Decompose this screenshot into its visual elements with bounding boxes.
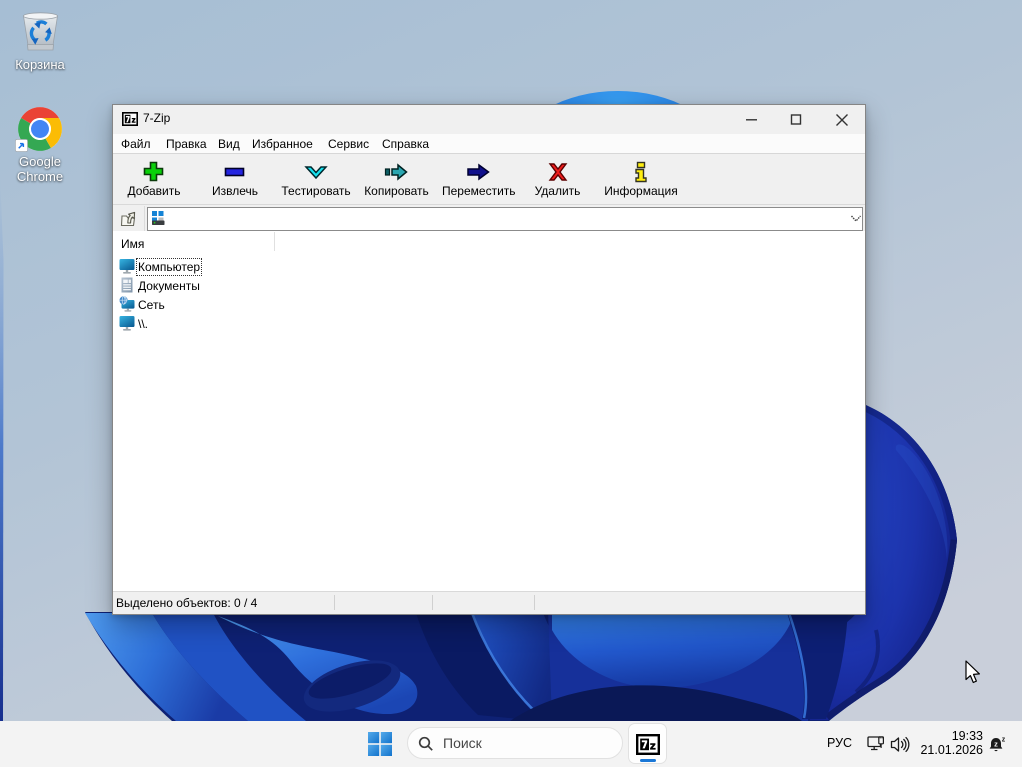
svg-text:z: z [994,740,998,749]
svg-text:z: z [1002,737,1006,744]
